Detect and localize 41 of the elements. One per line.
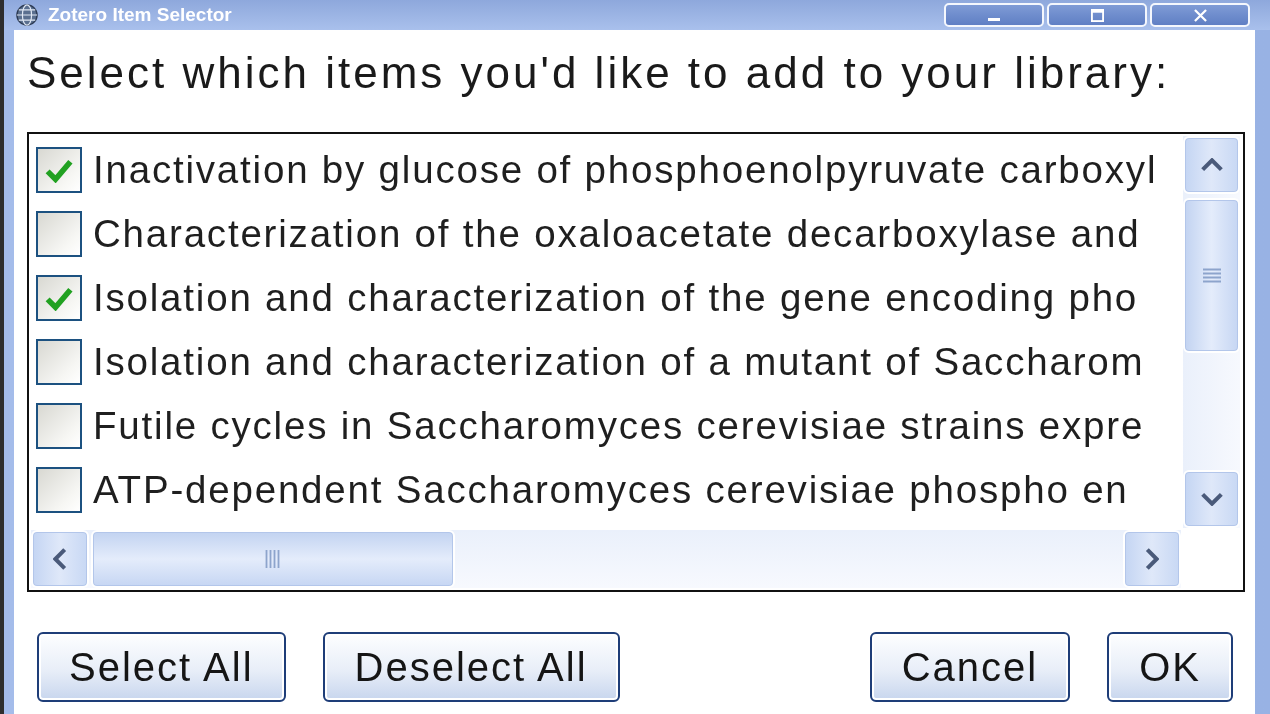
chevron-up-icon	[1199, 158, 1224, 172]
scroll-up-button[interactable]	[1183, 136, 1240, 194]
grip-icon	[1201, 267, 1222, 284]
scrollbar-thumb[interactable]	[91, 530, 455, 588]
checkbox[interactable]	[36, 211, 82, 257]
item-title: ATP-dependent Saccharomyces cerevisiae phospho en	[93, 467, 1129, 513]
window-title: Zotero Item Selector	[48, 4, 232, 26]
item-title: Inactivation by glucose of phosphoenolpyruvate carboxyl	[93, 147, 1158, 193]
prompt-text: Select which items you'd like to add to your library:	[27, 47, 1171, 99]
globe-icon	[16, 4, 38, 26]
grip-icon	[265, 549, 281, 569]
dialog-button[interactable]: Deselect All	[322, 632, 620, 702]
horizontal-scrollbar[interactable]	[31, 530, 1181, 588]
scroll-down-button[interactable]	[1183, 470, 1240, 528]
checkmark-icon	[45, 157, 73, 183]
dialog-button[interactable]: Select All	[37, 632, 286, 702]
minimize-icon	[988, 17, 1000, 21]
checkmark-icon	[45, 285, 73, 311]
scroll-right-button[interactable]	[1123, 530, 1181, 588]
item-title: Characterization of the oxaloacetate decarboxylase and	[93, 211, 1141, 257]
chevron-down-icon	[1199, 492, 1224, 506]
vertical-scrollbar[interactable]	[1183, 136, 1240, 528]
checkbox[interactable]	[36, 339, 82, 385]
dialog-button[interactable]: Cancel	[869, 632, 1071, 702]
item-title: Isolation and characterization of the gene encoding pho	[93, 275, 1139, 321]
item-title: Futile cycles in Saccharomyces cerevisiae strains expre	[93, 403, 1145, 449]
chevron-left-icon	[53, 547, 67, 571]
minimize-button[interactable]	[944, 3, 1044, 27]
chevron-right-icon	[1145, 547, 1159, 571]
checkbox[interactable]	[36, 147, 82, 193]
checkbox[interactable]	[36, 467, 82, 513]
close-icon	[1193, 8, 1207, 22]
maximize-button[interactable]	[1047, 3, 1147, 27]
dialog-button[interactable]: OK	[1107, 632, 1233, 702]
scrollbar-thumb[interactable]	[1183, 198, 1240, 353]
close-button[interactable]	[1150, 3, 1250, 27]
maximize-icon	[1090, 8, 1104, 22]
item-title: Isolation and characterization of a mutant of Saccharom	[93, 339, 1145, 385]
checkbox[interactable]	[36, 403, 82, 449]
scroll-left-button[interactable]	[31, 530, 89, 588]
checkbox[interactable]	[36, 275, 82, 321]
